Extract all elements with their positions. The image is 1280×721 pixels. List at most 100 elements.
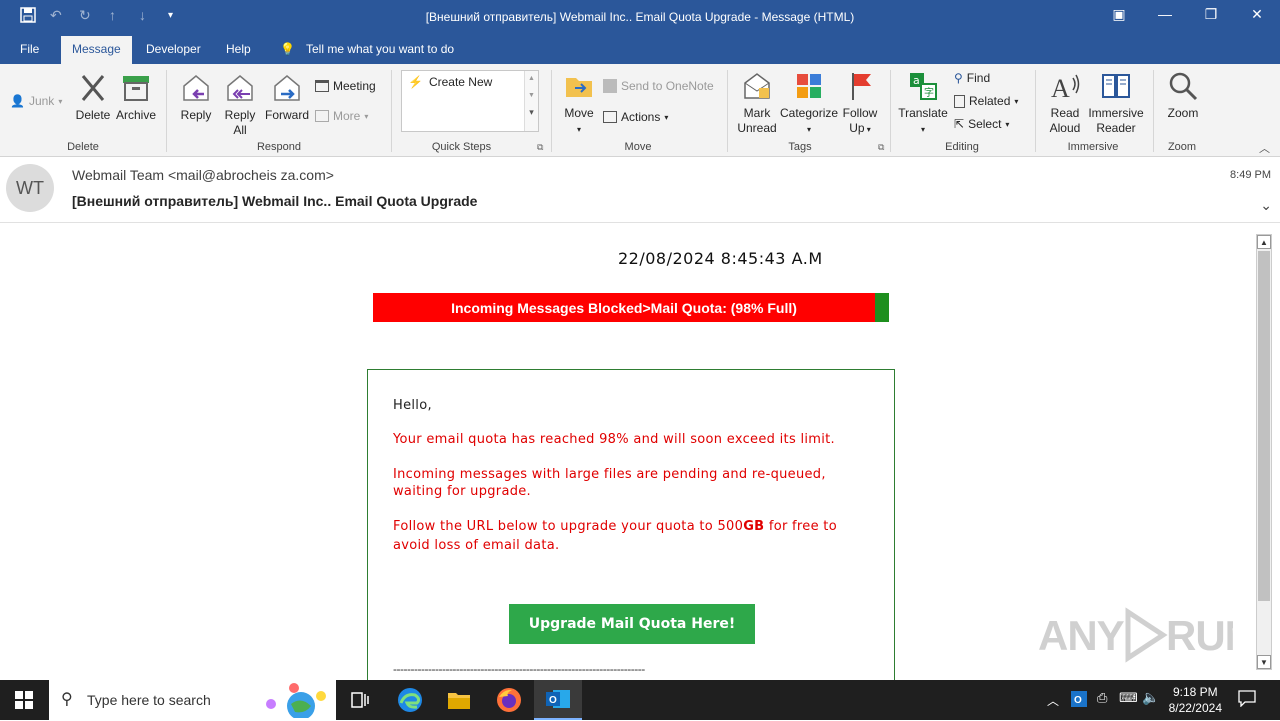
vertical-scrollbar[interactable]: ▲ ▼ xyxy=(1256,234,1272,670)
scrollbar-thumb[interactable] xyxy=(1258,251,1270,601)
clock-time: 9:18 PM xyxy=(1172,685,1218,699)
scroll-up-icon[interactable]: ▲ xyxy=(1257,235,1271,249)
immersive-reader-icon xyxy=(1102,74,1130,98)
zoom-button[interactable]: Zoom xyxy=(1162,70,1204,121)
find-icon: ⚲ xyxy=(954,71,963,85)
show-hidden-icons-icon[interactable]: ︿ xyxy=(1047,692,1059,709)
collapse-ribbon-icon[interactable]: ︿ xyxy=(1259,140,1270,156)
clock-date: 8/22/2024 xyxy=(1168,701,1222,715)
close-icon[interactable]: ✕ xyxy=(1242,6,1272,23)
reply-all-button[interactable]: Reply All xyxy=(220,72,260,138)
ribbon-tabs: File Message Developer Help 💡 Tell me wh… xyxy=(0,34,1280,64)
zoom-icon xyxy=(1169,72,1198,101)
tab-developer[interactable]: Developer xyxy=(146,42,201,56)
file-explorer-icon[interactable] xyxy=(435,680,483,720)
tab-file[interactable]: File xyxy=(20,42,39,56)
immersive-reader-button[interactable]: Immersive Reader xyxy=(1086,70,1146,136)
categorize-icon xyxy=(797,74,821,98)
delete-icon xyxy=(81,75,105,101)
group-delete-label: Delete xyxy=(67,141,99,153)
received-time: 8:49 PM xyxy=(1230,169,1271,181)
mark-unread-icon xyxy=(744,73,770,99)
delete-button[interactable]: Delete xyxy=(74,72,112,123)
forward-button[interactable]: Forward xyxy=(264,72,310,123)
related-button[interactable]: Related ▾ xyxy=(954,94,1018,108)
translate-button[interactable]: a字 Translate ▾ xyxy=(898,70,948,137)
junk-button[interactable]: 👤 Junk ▾ xyxy=(10,94,62,108)
forward-icon xyxy=(274,75,300,101)
group-editing-label: Editing xyxy=(945,141,979,153)
select-button[interactable]: ⇱ Select ▾ xyxy=(954,117,1009,131)
ribbon-separator xyxy=(1153,70,1154,152)
find-button[interactable]: ⚲ Find xyxy=(954,71,990,85)
volume-icon[interactable]: 🔈 xyxy=(1142,689,1159,706)
more-icon xyxy=(315,110,329,122)
actions-button[interactable]: Actions ▾ xyxy=(603,110,668,124)
windows-start-icon[interactable] xyxy=(0,680,48,720)
device-icon[interactable]: ⎙ xyxy=(1097,690,1107,706)
dialog-launcher-icon[interactable]: ⧉ xyxy=(878,142,884,153)
taskbar-search[interactable]: ⚲ Type here to search xyxy=(49,680,336,720)
taskbar: ⚲ Type here to search O ︿ O ⎙ ⌨ 🔈 9:18 P… xyxy=(0,680,1280,720)
follow-up-button[interactable]: Follow Up ▾ xyxy=(840,70,880,137)
divider-line: ----------------------------------------… xyxy=(393,662,645,676)
group-immersive-label: Immersive xyxy=(1067,141,1119,153)
ribbon-separator xyxy=(391,70,392,152)
quota-banner: Incoming Messages Blocked>Mail Quota: (9… xyxy=(373,293,889,322)
body-line-2: Incoming messages with large files are p… xyxy=(393,467,826,499)
reply-icon xyxy=(183,75,209,101)
scroll-down-icon[interactable]: ▼ xyxy=(1257,655,1271,669)
tab-message[interactable]: Message xyxy=(61,36,132,64)
cursor-icon: ⇱ xyxy=(954,117,965,131)
tell-me-search[interactable]: Tell me what you want to do xyxy=(306,42,454,56)
ribbon-separator xyxy=(551,70,552,152)
ribbon: 👤 Junk ▾ Delete Archive Delete Reply Reply… xyxy=(0,64,1280,157)
archive-button[interactable]: Archive xyxy=(116,72,156,123)
tab-help[interactable]: Help xyxy=(226,42,251,56)
categorize-button[interactable]: Categorize ▾ xyxy=(780,70,838,137)
outlook-taskbar-icon[interactable]: O xyxy=(534,680,582,720)
ribbon-separator xyxy=(890,70,891,152)
outlook-tray-icon[interactable]: O xyxy=(1071,691,1087,710)
firefox-icon[interactable] xyxy=(485,680,533,720)
quick-steps-scroll[interactable]: ▲ ▼ ▾ xyxy=(524,71,538,131)
read-aloud-button[interactable]: A Read Aloud xyxy=(1044,70,1086,136)
group-move-label: Move xyxy=(624,141,652,153)
message-body: 22/08/2024 8:45:43 A.M Incoming Messages… xyxy=(0,224,1280,680)
quota-banner-green-segment xyxy=(875,293,889,322)
quick-steps-gallery[interactable]: ⚡ Create New ▲ ▼ ▾ xyxy=(401,70,539,132)
send-to-onenote-button[interactable]: Send to OneNote xyxy=(603,79,714,93)
notifications-icon[interactable] xyxy=(1238,689,1256,710)
mark-unread-button[interactable]: Mark Unread xyxy=(734,70,780,136)
avatar: WT xyxy=(6,164,54,212)
svg-text:O: O xyxy=(549,695,557,706)
task-view-icon[interactable] xyxy=(336,680,384,720)
search-highlight-icon xyxy=(261,682,331,721)
reply-button[interactable]: Reply xyxy=(176,72,216,123)
restore-icon[interactable]: ❐ xyxy=(1196,6,1226,23)
ribbon-display-icon[interactable]: ▣ xyxy=(1104,6,1134,23)
ribbon-separator xyxy=(727,70,728,152)
quick-step-create-new[interactable]: ⚡ Create New xyxy=(408,75,492,89)
group-tags-label: Tags xyxy=(788,141,812,153)
edge-icon[interactable] xyxy=(386,680,434,720)
body-line-3: Follow the URL below to upgrade your quo… xyxy=(393,519,837,553)
anyrun-logo-icon: ANY RUN xyxy=(1038,607,1255,663)
meeting-button[interactable]: Meeting xyxy=(315,79,376,93)
ribbon-separator xyxy=(1035,70,1036,152)
actions-icon xyxy=(603,111,617,123)
minimize-icon[interactable]: — xyxy=(1150,6,1180,22)
sender[interactable]: Webmail Team <mail@abrocheis za.com> xyxy=(72,167,334,183)
dialog-launcher-icon[interactable]: ⧉ xyxy=(537,142,543,153)
network-icon[interactable]: ⌨ xyxy=(1119,690,1138,706)
more-respond-button[interactable]: More ▾ xyxy=(315,109,368,123)
lightbulb-icon: 💡 xyxy=(280,42,295,56)
folder-move-icon xyxy=(566,78,592,97)
move-button[interactable]: Move ▾ xyxy=(560,70,598,137)
upgrade-quota-button[interactable]: Upgrade Mail Quota Here! xyxy=(509,604,755,644)
title-bar: ↶ ↻ ↑ ↓ ▾ [Внешний отправитель] Webmail … xyxy=(0,0,1280,34)
chevron-down-icon[interactable]: ⌄ xyxy=(1260,197,1272,214)
taskbar-clock[interactable]: 9:18 PM 8/22/2024 xyxy=(1169,684,1222,716)
body-line-1: Your email quota has reached 98% and wil… xyxy=(393,432,835,447)
email-datetime: 22/08/2024 8:45:43 A.M xyxy=(618,249,823,268)
